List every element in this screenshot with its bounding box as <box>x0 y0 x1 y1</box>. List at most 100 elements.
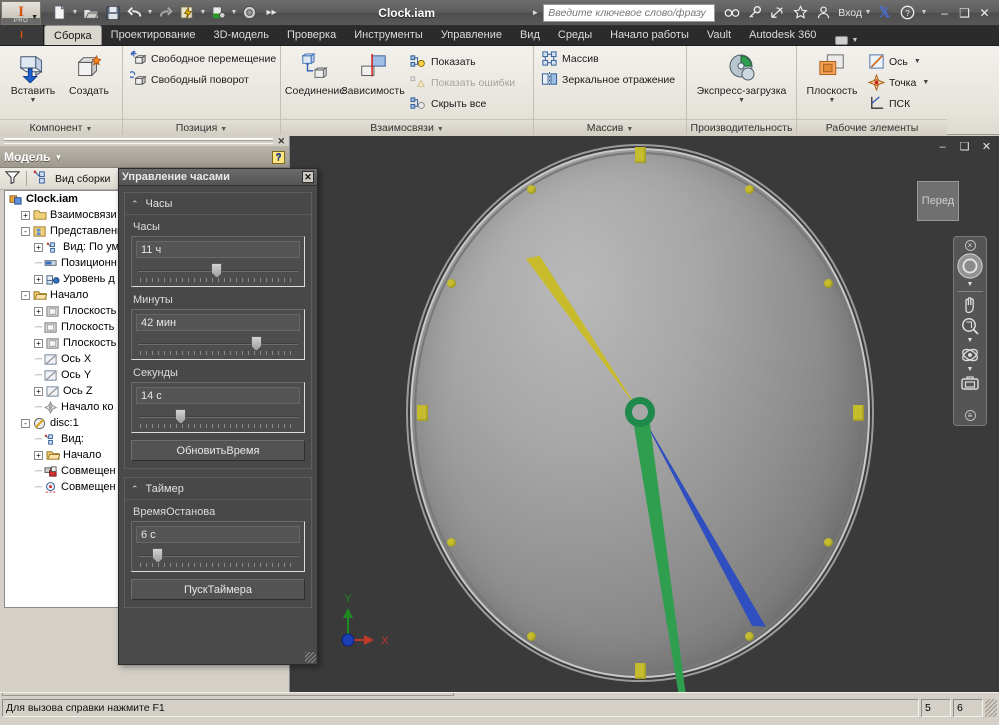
navbar-close-icon[interactable]: × <box>964 240 976 251</box>
stop-time-slider-thumb[interactable] <box>152 548 164 563</box>
undo-icon[interactable] <box>124 2 145 23</box>
close-icon[interactable]: ✕ <box>277 136 289 147</box>
joint-button[interactable]: Соединение <box>285 49 345 97</box>
chevron-down-icon[interactable]: ▼ <box>829 97 836 104</box>
free-rotate-button[interactable]: Свободный поворот <box>128 69 249 90</box>
zoom-dropdown-icon[interactable]: ▼ <box>967 337 974 344</box>
work-plane-button[interactable]: Плоскость ▼ <box>802 49 862 104</box>
tree-expander[interactable]: + <box>34 386 43 396</box>
favorites-star-icon[interactable] <box>790 2 811 23</box>
zoom-magnifier-icon[interactable] <box>960 316 980 336</box>
hide-all-button[interactable]: Скрыть все <box>408 93 515 114</box>
seconds-slider-thumb[interactable] <box>175 409 187 424</box>
steering-wheel-icon[interactable] <box>956 252 984 280</box>
material-dropdown-icon[interactable]: ▼ <box>230 9 238 16</box>
assembly-view-icon[interactable] <box>33 170 49 187</box>
tree-expander[interactable]: + <box>34 274 43 284</box>
chevron-down-icon[interactable]: ▼ <box>738 97 745 104</box>
undo-dropdown-icon[interactable]: ▼ <box>146 9 154 16</box>
panel-title-poziciya[interactable]: Позиция ▼ <box>123 119 280 135</box>
tree-expander[interactable]: + <box>34 338 43 348</box>
chevron-down-icon[interactable]: ▼ <box>220 126 227 133</box>
seconds-value[interactable]: 14 с <box>136 387 300 404</box>
chevron-down-icon[interactable]: ▼ <box>437 126 444 133</box>
redo-icon[interactable] <box>155 2 176 23</box>
tree-expander[interactable]: + <box>21 210 30 220</box>
seconds-control[interactable]: 14 с <box>131 382 305 433</box>
minutes-slider[interactable] <box>136 336 300 355</box>
tab-proektirovanie[interactable]: Проектирование <box>102 25 205 45</box>
more-commands-icon[interactable]: ▸▸ <box>261 2 282 23</box>
timer-group-header[interactable]: ⌃ Таймер <box>131 482 305 499</box>
pan-hand-icon[interactable] <box>960 295 980 315</box>
title-overflow-icon[interactable]: ► <box>531 8 539 17</box>
assembly-view-label[interactable]: Вид сборки <box>55 173 110 185</box>
chevron-down-icon[interactable]: ▼ <box>626 126 633 133</box>
panel-title-rabochie-elementy[interactable]: Рабочие элементы <box>797 119 947 135</box>
free-move-button[interactable]: Свободное перемещение <box>128 48 276 69</box>
clock-group-header[interactable]: ⌃ Часы <box>131 197 305 214</box>
browser-grip-bar[interactable]: ✕ <box>0 136 289 147</box>
search-input[interactable]: Введите ключевое слово/фразу <box>543 3 716 22</box>
steering-wheel-dropdown-icon[interactable]: ▼ <box>967 281 974 288</box>
pattern-button[interactable]: Массив <box>539 48 599 69</box>
clock-control-dialog[interactable]: Управление часами ✕ ⌃ Часы Часы 11 ч Мин… <box>118 168 318 665</box>
create-component-button[interactable]: Создать <box>61 49 117 97</box>
ribbon-display-options[interactable]: ▼ <box>835 36 858 45</box>
graphics-viewport[interactable]: – ❑ ✕ Y X Перед × ▼ ▼ ▼ ≡ <box>290 136 999 692</box>
minutes-slider-thumb[interactable] <box>250 336 262 351</box>
hours-slider[interactable] <box>136 263 300 282</box>
autodesk-exchange-icon[interactable]: 𝕏 <box>874 2 895 23</box>
help-icon[interactable]: ? <box>272 150 285 164</box>
drag-handle[interactable] <box>4 138 274 144</box>
chevron-down-icon[interactable]: ▼ <box>851 37 858 44</box>
dialog-title-bar[interactable]: Управление часами ✕ <box>119 169 317 186</box>
tree-expander[interactable]: + <box>34 450 43 460</box>
place-component-button[interactable]: Вставить ▼ <box>5 49 61 104</box>
hours-slider-thumb[interactable] <box>211 263 223 278</box>
orbit-icon[interactable] <box>959 345 981 365</box>
update-icon[interactable] <box>177 2 198 23</box>
filter-icon[interactable] <box>4 170 21 187</box>
look-at-icon[interactable] <box>959 374 981 392</box>
maximize-button[interactable]: ❑ <box>958 6 971 20</box>
signin-label[interactable]: Вход <box>838 7 862 19</box>
seconds-slider[interactable] <box>136 409 300 428</box>
tab-sborka[interactable]: Сборка <box>44 25 102 45</box>
clock-hub[interactable] <box>625 397 655 427</box>
user-account-icon[interactable] <box>813 2 834 23</box>
hours-control[interactable]: 11 ч <box>131 236 305 287</box>
update-time-button[interactable]: ОбновитьВремя <box>131 440 305 461</box>
orbit-dropdown-icon[interactable]: ▼ <box>967 366 974 373</box>
express-load-button[interactable]: Экспресс-загрузка ▼ <box>692 49 791 104</box>
close-button[interactable]: ✕ <box>978 6 991 20</box>
new-file-icon[interactable] <box>49 2 70 23</box>
new-file-dropdown-icon[interactable]: ▼ <box>71 9 79 16</box>
tree-expander[interactable]: - <box>21 290 30 300</box>
save-file-icon[interactable] <box>102 2 123 23</box>
search-help-icon[interactable] <box>721 2 742 23</box>
appearance-icon[interactable] <box>239 2 260 23</box>
tab-nachalo-raboty[interactable]: Начало работы <box>601 25 698 45</box>
mirror-button[interactable]: Зеркальное отражение <box>539 69 675 90</box>
tab-sredy[interactable]: Среды <box>549 25 601 45</box>
viewcube[interactable]: Перед <box>917 181 959 221</box>
start-timer-button[interactable]: ПускТаймера <box>131 579 305 600</box>
material-icon[interactable] <box>208 2 229 23</box>
stop-time-control[interactable]: 6 с <box>131 521 305 572</box>
tree-expander[interactable]: - <box>21 226 30 236</box>
tab-proverka[interactable]: Проверка <box>278 25 345 45</box>
chevron-down-icon[interactable]: ▼ <box>914 58 921 65</box>
dialog-resize-grip[interactable] <box>305 652 316 663</box>
clock-model[interactable]: Y X <box>290 136 999 692</box>
tab-instrumenty[interactable]: Инструменты <box>345 25 432 45</box>
dialog-close-button[interactable]: ✕ <box>302 171 314 183</box>
panel-title-komponent[interactable]: Компонент ▼ <box>0 119 122 135</box>
work-axis-button[interactable]: Ось ▼ <box>866 51 929 72</box>
tab-upravlenie[interactable]: Управление <box>432 25 511 45</box>
minimize-button[interactable]: – <box>938 6 951 20</box>
open-file-icon[interactable] <box>80 2 101 23</box>
window-resize-grip[interactable] <box>985 699 997 717</box>
ucs-button[interactable]: ПСК <box>866 93 929 114</box>
tab-vid[interactable]: Вид <box>511 25 549 45</box>
